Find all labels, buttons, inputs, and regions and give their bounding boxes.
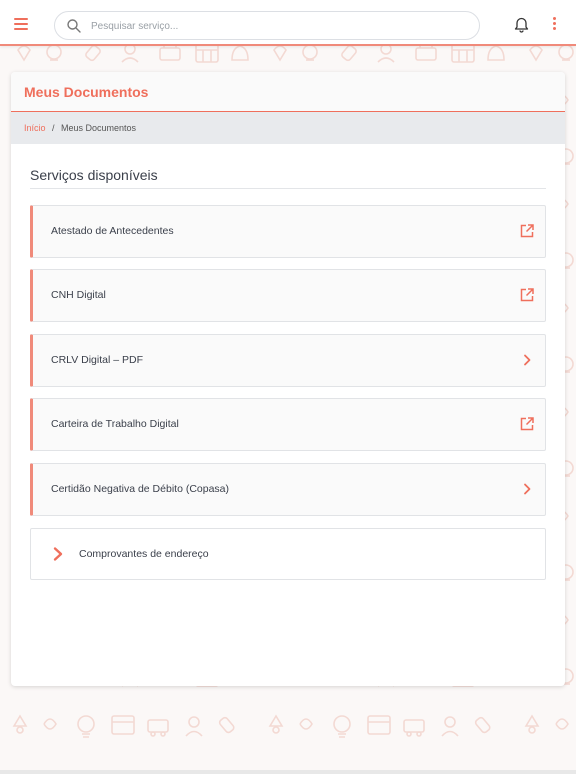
chevron-right-icon <box>53 547 63 561</box>
bell-icon[interactable] <box>513 15 530 33</box>
service-item-carteira-trabalho[interactable]: Carteira de Trabalho Digital <box>30 398 546 451</box>
breadcrumb-home-link[interactable]: Início <box>24 123 46 133</box>
search-bar[interactable] <box>54 11 480 40</box>
more-options-button[interactable] <box>553 17 557 32</box>
service-item-certidao-copasa[interactable]: Certidão Negativa de Débito (Copasa) <box>30 463 546 516</box>
external-link-icon <box>520 288 534 302</box>
service-label: Certidão Negativa de Débito (Copasa) <box>51 483 230 495</box>
kebab-menu-icon <box>553 17 556 20</box>
documents-card: Meus Documentos Início / Meus Documentos… <box>11 72 565 686</box>
external-link-icon <box>520 417 534 431</box>
breadcrumb-separator: / <box>52 123 55 133</box>
service-label: CNH Digital <box>51 289 106 301</box>
service-label: Carteira de Trabalho Digital <box>51 418 179 430</box>
service-label: CRLV Digital – PDF <box>51 354 143 366</box>
search-input[interactable] <box>91 16 471 36</box>
group-item-comprovantes-endereco[interactable]: Comprovantes de endereço <box>30 528 546 580</box>
service-item-atestado[interactable]: Atestado de Antecedentes <box>30 205 546 258</box>
service-label: Atestado de Antecedentes <box>51 225 174 237</box>
section-title: Serviços disponíveis <box>30 167 546 189</box>
breadcrumb: Início / Meus Documentos <box>11 112 565 144</box>
top-bar <box>0 0 576 46</box>
card-header: Meus Documentos <box>11 72 565 112</box>
hamburger-icon <box>14 18 28 20</box>
breadcrumb-current: Meus Documentos <box>61 123 137 133</box>
chevron-right-icon <box>524 354 531 366</box>
bottom-border <box>0 770 576 774</box>
external-link-icon <box>520 224 534 238</box>
chevron-right-icon <box>524 483 531 495</box>
hamburger-menu-button[interactable] <box>14 18 28 30</box>
search-icon <box>67 19 81 33</box>
service-item-crlv[interactable]: CRLV Digital – PDF <box>30 334 546 387</box>
page-title: Meus Documentos <box>24 84 149 100</box>
service-item-cnh[interactable]: CNH Digital <box>30 269 546 322</box>
group-item-label: Comprovantes de endereço <box>79 548 209 560</box>
